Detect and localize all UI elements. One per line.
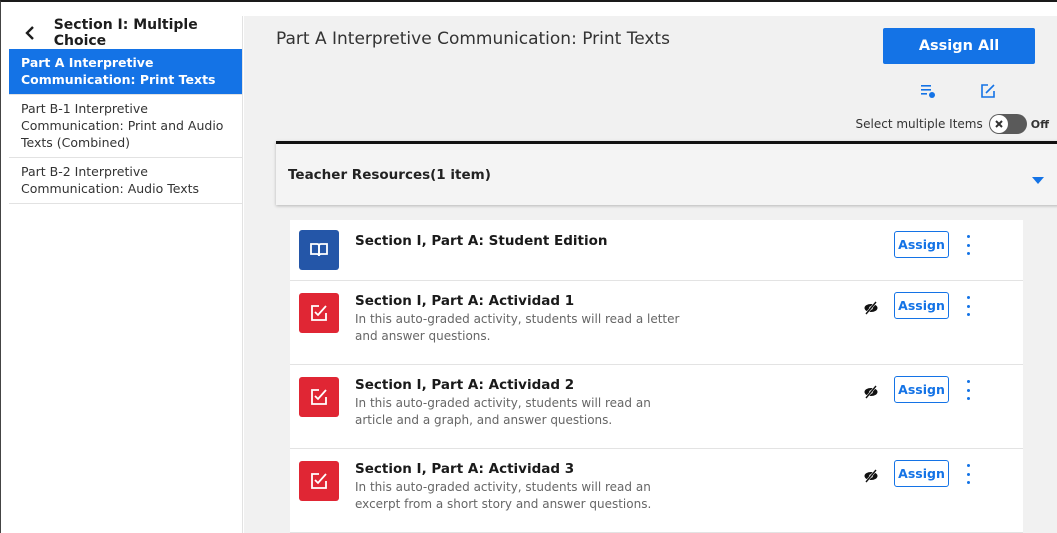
select-multiple-label: Select multiple Items <box>855 117 983 131</box>
more-options-icon[interactable] <box>962 464 974 484</box>
item-description: In this auto-graded activity, students w… <box>355 312 680 343</box>
toggle-state-label: Off <box>1030 117 1049 131</box>
teacher-resources-accordion[interactable]: Teacher Resources(1 item) <box>276 141 1057 205</box>
sidebar-title: Section I: Multiple Choice <box>53 16 198 49</box>
caret-down-icon[interactable] <box>1031 170 1045 189</box>
eye-off-icon[interactable] <box>863 384 879 399</box>
item-title[interactable]: Section I, Part A: Actividad 3 <box>355 461 574 477</box>
close-icon <box>989 115 1008 133</box>
assign-button[interactable]: Assign <box>894 231 949 258</box>
edit-icon[interactable] <box>979 82 997 100</box>
sidebar: Section I: Multiple Choice Part A Interp… <box>9 16 243 533</box>
item-description: In this auto-graded activity, students w… <box>355 480 652 511</box>
resources-title: Teacher Resources(1 item) <box>288 166 491 183</box>
assign-button[interactable]: Assign <box>894 460 949 487</box>
assign-button[interactable]: Assign <box>894 376 949 403</box>
select-multiple-row: Select multiple Items Off <box>856 114 1049 134</box>
sidebar-item-label: Part A Interpretive Communication: Print… <box>21 55 216 87</box>
chevron-left-icon[interactable] <box>21 23 40 43</box>
list-item: Section I, Part A: Actividad 2 In this a… <box>290 365 1023 449</box>
sidebar-header: Section I: Multiple Choice <box>9 16 242 49</box>
sidebar-item-part-a[interactable]: Part A Interpretive Communication: Print… <box>9 49 242 95</box>
list-item: Section I, Part A: Actividad 1 In this a… <box>290 281 1023 365</box>
app-frame: Section I: Multiple Choice Part A Interp… <box>0 0 1057 533</box>
eye-off-icon[interactable] <box>863 468 879 483</box>
eye-off-icon[interactable] <box>863 300 879 315</box>
page-title: Part A Interpretive Communication: Print… <box>276 29 670 49</box>
list-item: Section I, Part A: Actividad 3 In this a… <box>290 449 1023 533</box>
sidebar-item-label: Part B-2 Interpretive Communication: Aud… <box>21 164 200 196</box>
edit-check-icon <box>299 461 339 501</box>
main-panel: Part A Interpretive Communication: Print… <box>244 16 1057 533</box>
item-title[interactable]: Section I, Part A: Actividad 1 <box>355 293 574 309</box>
assign-button[interactable]: Assign <box>894 292 949 319</box>
item-description: In this auto-graded activity, students w… <box>355 396 651 427</box>
select-multiple-toggle[interactable] <box>988 114 1027 134</box>
item-title[interactable]: Section I, Part A: Actividad 2 <box>355 377 574 393</box>
sidebar-item-part-b1[interactable]: Part B-1 Interpretive Communication: Pri… <box>9 95 242 158</box>
more-options-icon[interactable] <box>962 296 974 316</box>
edit-check-icon <box>299 377 339 417</box>
edit-check-icon <box>299 293 339 333</box>
filter-list-icon[interactable] <box>919 82 937 100</box>
book-icon <box>299 230 339 270</box>
more-options-icon[interactable] <box>962 380 974 400</box>
list-item: Section I, Part A: Student Edition Assig… <box>290 220 1023 281</box>
sidebar-item-label: Part B-1 Interpretive Communication: Pri… <box>21 101 224 150</box>
item-list: Section I, Part A: Student Edition Assig… <box>290 220 1023 533</box>
more-options-icon[interactable] <box>962 235 974 255</box>
assign-all-button[interactable]: Assign All <box>883 28 1035 64</box>
sidebar-item-part-b2[interactable]: Part B-2 Interpretive Communication: Aud… <box>9 158 242 204</box>
item-title[interactable]: Section I, Part A: Student Edition <box>355 233 608 249</box>
